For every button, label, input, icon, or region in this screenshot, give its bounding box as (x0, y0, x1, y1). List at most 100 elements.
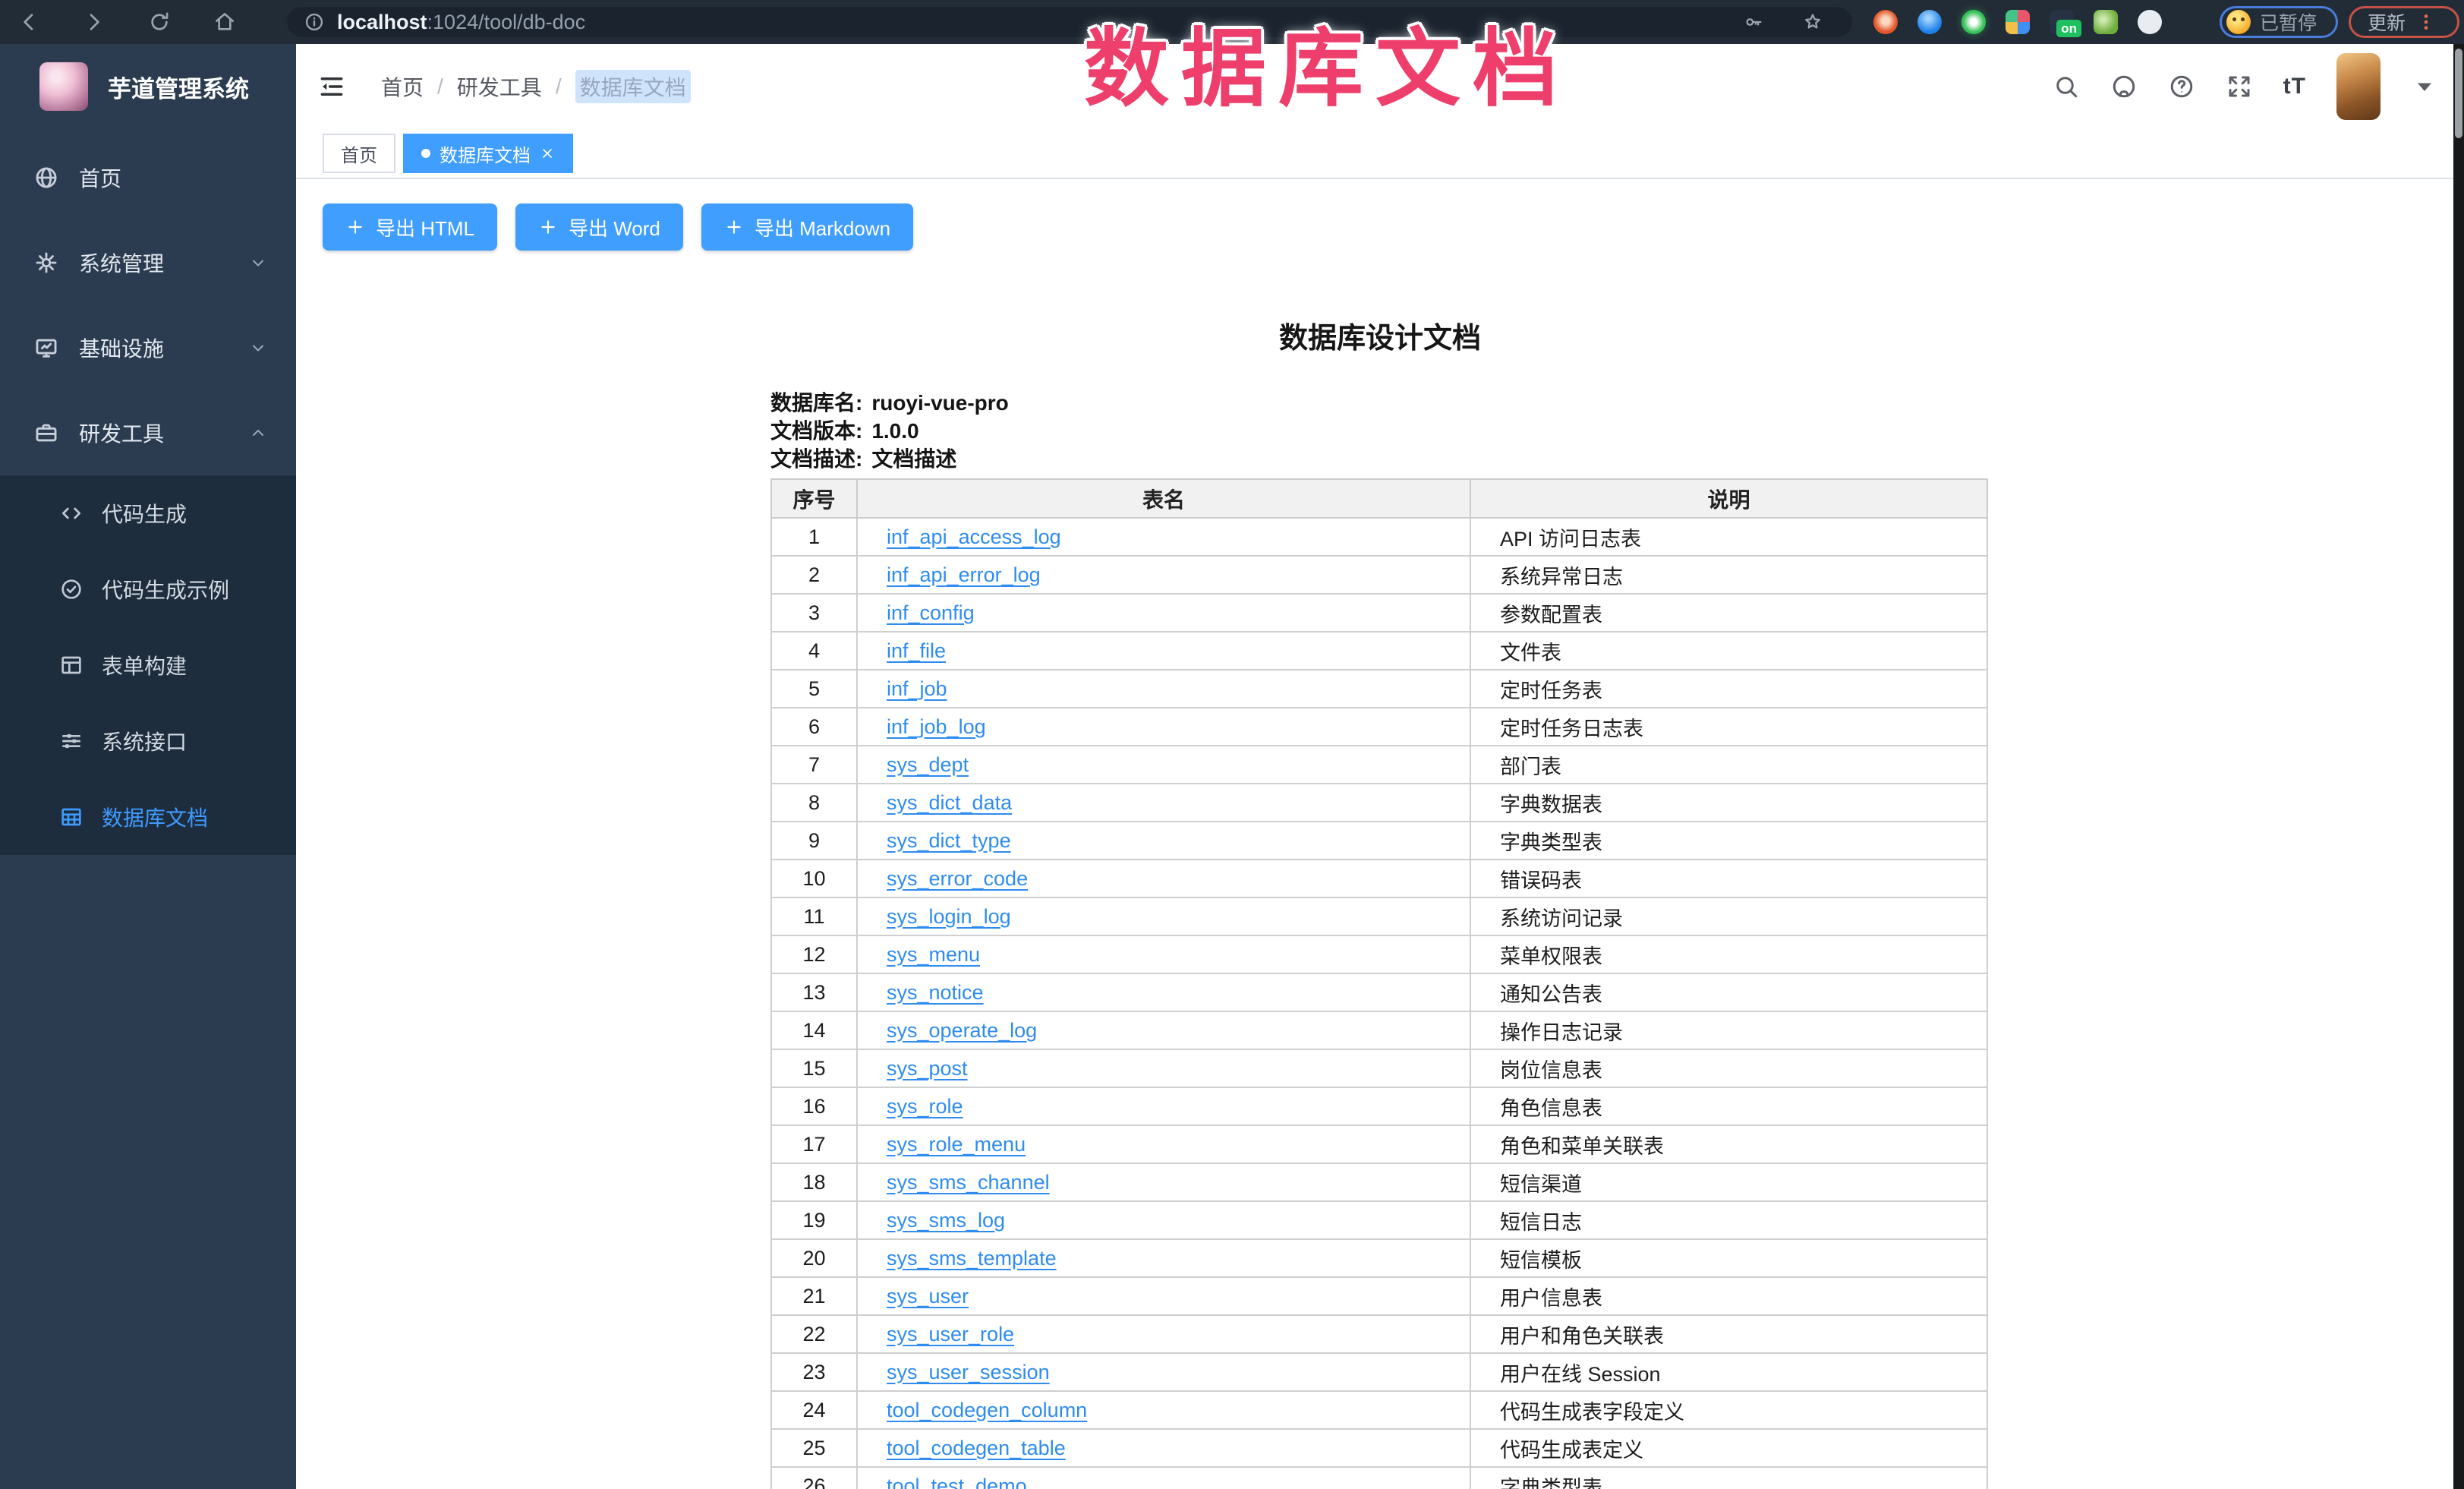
meta-row: 文档描述:文档描述 (770, 445, 1009, 473)
table-name-link[interactable]: sys_menu (887, 943, 980, 966)
table-name-link[interactable]: sys_user (887, 1285, 969, 1308)
table-body: 1inf_api_access_logAPI 访问日志表2inf_api_err… (771, 518, 1987, 1489)
sidebar-item-codegen[interactable]: 代码生成 (0, 475, 296, 551)
table-name-link[interactable]: sys_role (887, 1095, 963, 1118)
tab-db-doc[interactable]: 数据库文档 (403, 134, 573, 173)
browser-update-button[interactable]: 更新 (2349, 6, 2459, 38)
table-name-link[interactable]: sys_dept (887, 753, 969, 776)
row-number-cell: 7 (771, 746, 857, 784)
annotation-watermark: 数据库文档 (1084, 0, 1570, 123)
sidebar-item-infrastructure[interactable]: 基础设施 (0, 305, 296, 390)
back-icon[interactable] (17, 10, 41, 34)
table-name-link[interactable]: tool_codegen_table (887, 1437, 1066, 1459)
tab-home[interactable]: 首页 (323, 134, 395, 173)
row-number-cell: 14 (771, 1011, 857, 1049)
row-number-cell: 5 (771, 670, 857, 708)
avatar-caret-down-icon[interactable] (2411, 73, 2438, 100)
export-markdown-button[interactable]: 导出 Markdown (701, 203, 913, 251)
site-info-icon[interactable] (304, 11, 325, 33)
table-name-link[interactable]: sys_role_menu (887, 1133, 1026, 1156)
sidebar-item-db-doc[interactable]: 数据库文档 (0, 779, 296, 855)
row-number-cell: 1 (771, 518, 857, 556)
sidebar-item-label: 代码生成示例 (102, 574, 229, 604)
sidebar-item-home[interactable]: 首页 (0, 135, 296, 220)
browser-profile-button[interactable]: 已暂停 (2220, 6, 2338, 38)
search-icon[interactable] (2053, 73, 2080, 100)
sidebar-item-system-mgmt[interactable]: 系统管理 (0, 220, 296, 305)
scrollbar-thumb[interactable] (2455, 49, 2462, 138)
table-name-link[interactable]: inf_api_access_log (887, 525, 1061, 548)
table-name-link[interactable]: tool_test_demo (887, 1475, 1027, 1489)
plus-icon (538, 217, 558, 237)
address-bar[interactable]: localhost:1024/tool/db-doc (287, 7, 1852, 37)
browser-menu-dots-icon[interactable] (2416, 12, 2436, 32)
table-name-link[interactable]: sys_error_code (887, 867, 1028, 890)
table-name-link[interactable]: sys_notice (887, 981, 984, 1004)
table-name-link[interactable]: sys_login_log (887, 905, 1011, 928)
table-name-link[interactable]: sys_sms_channel (887, 1171, 1050, 1194)
sidebar-collapse-button[interactable] (317, 72, 346, 101)
table-name-link[interactable]: inf_api_error_log (887, 563, 1041, 586)
extension-icon[interactable]: on (2050, 10, 2074, 34)
table-name-link[interactable]: sys_sms_template (887, 1247, 1057, 1270)
home-icon[interactable] (213, 10, 237, 34)
sidebar-item-form-builder[interactable]: 表单构建 (0, 627, 296, 703)
row-number-cell: 3 (771, 594, 857, 632)
table-name-cell: inf_api_access_log (857, 518, 1470, 556)
chevron-down-icon (249, 339, 267, 357)
reload-icon[interactable] (147, 10, 172, 34)
export-word-button[interactable]: 导出 Word (515, 203, 683, 251)
row-number-cell: 20 (771, 1239, 857, 1277)
close-icon (540, 146, 555, 161)
table-header-row: 序号表名说明 (771, 479, 1987, 518)
extension-icon[interactable] (1917, 10, 1942, 34)
user-avatar[interactable] (2336, 53, 2381, 120)
app-logo-row[interactable]: 芋道管理系统 (0, 44, 296, 129)
table-name-cell: sys_operate_log (857, 1011, 1470, 1049)
table-row: 18sys_sms_channel短信渠道 (771, 1163, 1987, 1201)
table-name-link[interactable]: inf_job (887, 677, 947, 700)
table-name-link[interactable]: sys_dict_data (887, 791, 1012, 814)
table-row: 12sys_menu菜单权限表 (771, 935, 1987, 973)
github-icon[interactable] (2110, 73, 2138, 100)
sidebar-item-system-api[interactable]: 系统接口 (0, 703, 296, 779)
breadcrumb-item[interactable]: 首页 (381, 71, 424, 102)
table-row: 21sys_user用户信息表 (771, 1277, 1987, 1315)
omnibox-actions (1743, 11, 1835, 33)
help-icon[interactable] (2168, 73, 2195, 100)
table-name-link[interactable]: inf_config (887, 601, 975, 624)
font-size-icon[interactable]: tT (2283, 74, 2306, 99)
sidebar-item-dev-tools[interactable]: 研发工具 (0, 390, 296, 475)
extension-icon[interactable] (2006, 10, 2030, 34)
table-name-link[interactable]: sys_operate_log (887, 1019, 1037, 1042)
page-scrollbar[interactable] (2453, 44, 2464, 1489)
forward-icon[interactable] (82, 10, 106, 34)
table-name-link[interactable]: sys_dict_type (887, 829, 1011, 852)
table-name-link[interactable]: inf_job_log (887, 715, 986, 738)
table-desc-cell: 字典类型表 (1470, 1467, 1987, 1489)
table-row: 7sys_dept部门表 (771, 746, 1987, 784)
table-name-link[interactable]: sys_sms_log (887, 1209, 1005, 1232)
table-name-link[interactable]: sys_post (887, 1057, 968, 1080)
table-desc-cell: 短信模板 (1470, 1239, 1987, 1277)
fullscreen-icon[interactable] (2226, 73, 2253, 100)
sidebar-item-label: 数据库文档 (102, 802, 208, 832)
table-row: 2inf_api_error_log系统异常日志 (771, 556, 1987, 594)
password-key-icon[interactable] (1743, 11, 1764, 33)
extensions-puzzle-icon[interactable] (2138, 10, 2162, 34)
extension-icon[interactable] (1873, 10, 1898, 34)
breadcrumb-item[interactable]: 研发工具 (457, 71, 542, 102)
row-number-cell: 18 (771, 1163, 857, 1201)
table-name-link[interactable]: tool_codegen_column (887, 1399, 1087, 1421)
extension-icon[interactable] (2094, 10, 2118, 34)
bookmark-star-icon[interactable] (1802, 11, 1823, 33)
table-name-link[interactable]: inf_file (887, 639, 946, 662)
table-name-link[interactable]: sys_user_session (887, 1361, 1050, 1383)
row-number-cell: 13 (771, 973, 857, 1011)
row-number-cell: 17 (771, 1125, 857, 1163)
url-host: localhost (337, 11, 427, 34)
extension-icon[interactable] (1961, 10, 1986, 34)
sidebar-item-codegen-demo[interactable]: 代码生成示例 (0, 551, 296, 627)
table-name-link[interactable]: sys_user_role (887, 1323, 1014, 1345)
export-html-button[interactable]: 导出 HTML (323, 203, 497, 251)
